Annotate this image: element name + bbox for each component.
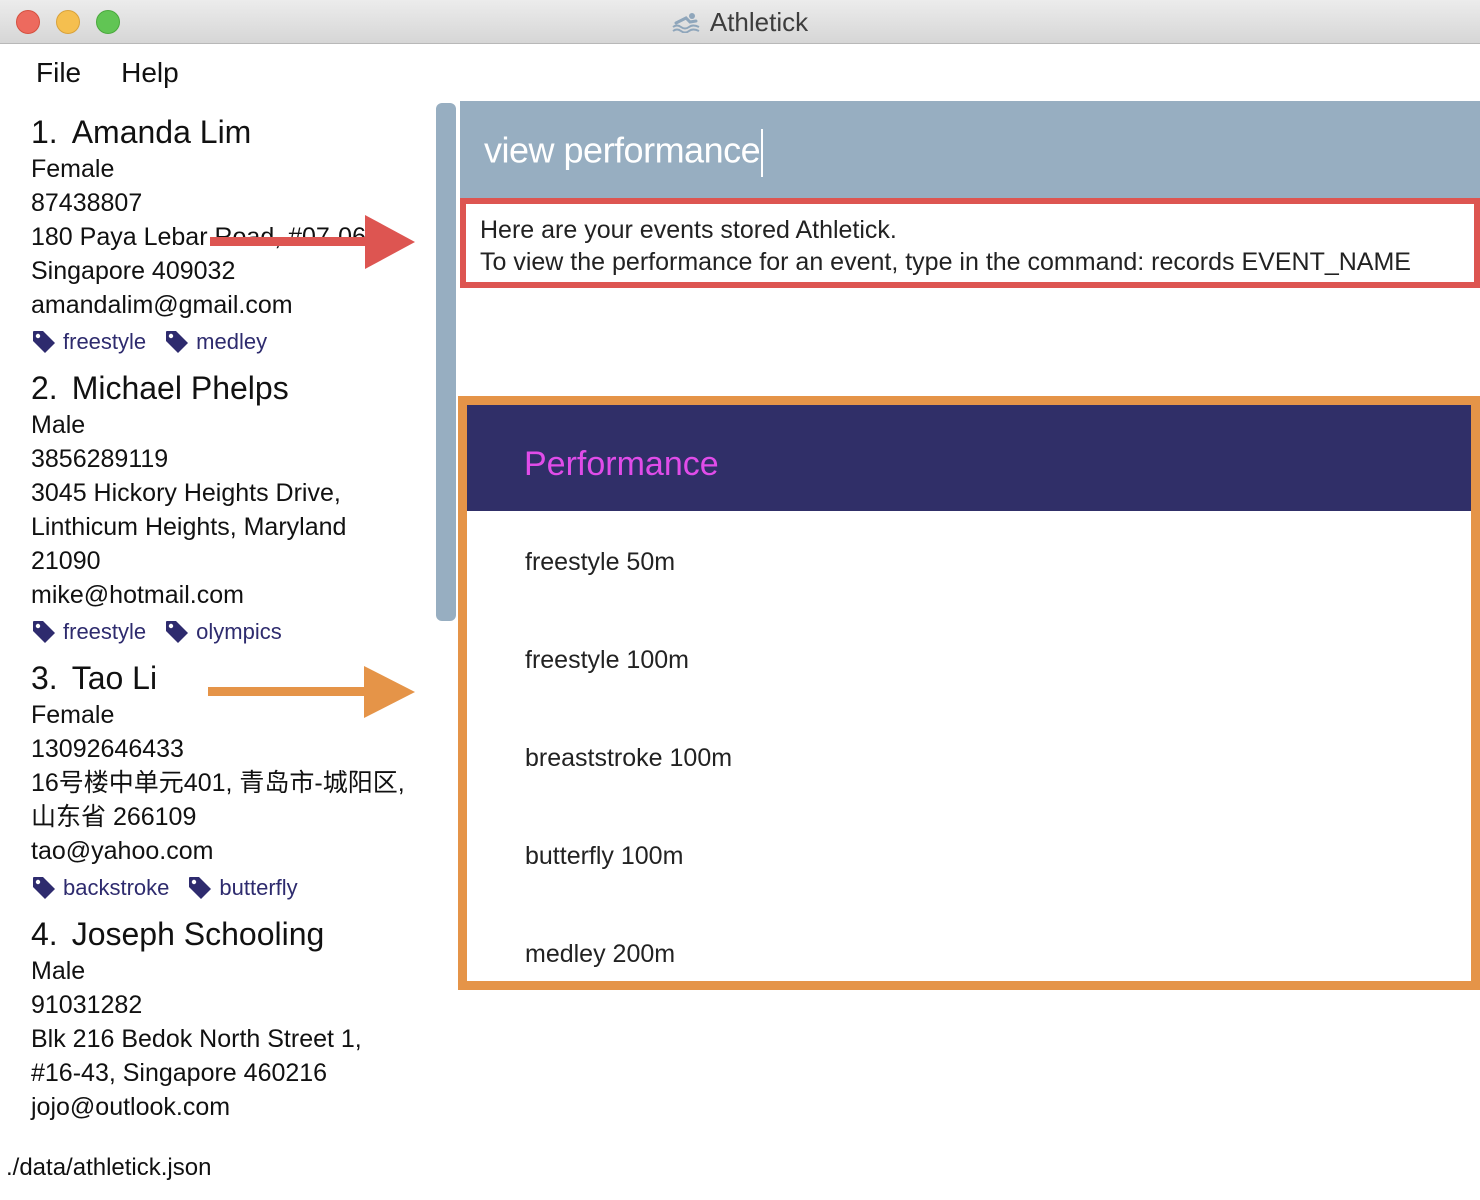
command-input[interactable]: view performance: [484, 129, 764, 177]
person-index: 2.: [31, 370, 58, 406]
tag-icon: [164, 619, 190, 645]
command-input-value: view performance: [484, 129, 761, 171]
performance-event-item[interactable]: freestyle 50m: [467, 513, 1471, 611]
result-line-2: To view the performance for an event, ty…: [480, 248, 1411, 276]
tag-icon: [164, 329, 190, 355]
tag-chip: olympics: [164, 619, 282, 645]
person-detail: jojo@outlook.com: [31, 1093, 231, 1121]
performance-panel: Performance freestyle 50m freestyle 100m b…: [458, 396, 1480, 990]
person-name-text: Michael Phelps: [71, 370, 289, 406]
title-bar: Athletick: [0, 0, 1480, 44]
tag-label: olympics: [196, 619, 282, 644]
swimmer-icon: [672, 13, 700, 33]
menu-bar: File Help: [0, 44, 199, 102]
tag-chip: backstroke: [31, 875, 169, 901]
tag-icon: [31, 875, 57, 901]
result-display: Here are your events stored Athletick. T…: [460, 198, 1480, 288]
person-detail: Linthicum Heights, Maryland: [31, 513, 347, 541]
app-window: Athletick File Help 1. Amanda Lim Female 87…: [0, 0, 1480, 1200]
person-detail: Male: [31, 411, 86, 439]
performance-title: Performance: [524, 445, 719, 483]
person-detail: mike@hotmail.com: [31, 581, 244, 609]
tag-label: backstroke: [63, 875, 170, 900]
menu-help[interactable]: Help: [101, 57, 199, 89]
person-tags: backstroke butterfly: [31, 872, 430, 904]
person-detail: amandalim@gmail.com: [31, 291, 293, 319]
person-card[interactable]: 4. Joseph Schooling Male 91031282 Blk 216 Be…: [0, 914, 430, 1124]
person-detail: Male: [31, 957, 86, 985]
performance-event-list: freestyle 50m freestyle 100m breaststroke …: [467, 513, 1471, 981]
person-index: 4.: [31, 916, 58, 952]
window-title: Athletick: [709, 6, 809, 37]
tag-label: butterfly: [219, 875, 298, 900]
person-index: 1.: [31, 114, 58, 150]
person-detail: 3856289119: [31, 445, 169, 473]
person-list-scrollbar[interactable]: [436, 103, 456, 621]
performance-header: Performance: [467, 405, 1471, 511]
person-name: 2. Michael Phelps: [31, 368, 430, 408]
person-detail: Blk 216 Bedok North Street 1,: [31, 1025, 362, 1053]
status-bar-path: ./data/athletick.json: [6, 1154, 212, 1181]
performance-event-item[interactable]: breaststroke 100m: [467, 709, 1471, 807]
person-name: 4. Joseph Schooling: [31, 914, 430, 954]
person-detail: 91031282: [31, 991, 143, 1019]
window-title-group: Athletick: [0, 0, 1480, 44]
person-name: 1. Amanda Lim: [31, 112, 430, 152]
person-tags: freestyle olympics: [31, 616, 430, 648]
tag-chip: freestyle: [31, 329, 146, 355]
person-detail: 21090: [31, 547, 101, 575]
person-detail: #16-43, Singapore 460216: [31, 1059, 328, 1087]
person-detail: 16号楼中单元401, 青岛市-城阳区,: [31, 769, 405, 797]
red-annotation-arrow: [210, 215, 415, 269]
text-caret: [761, 129, 764, 177]
person-name-text: Amanda Lim: [71, 114, 252, 150]
tag-icon: [31, 329, 57, 355]
person-detail: 山东省 266109: [31, 803, 197, 831]
performance-event-item[interactable]: butterfly 100m: [467, 807, 1471, 905]
tag-label: freestyle: [63, 619, 147, 644]
person-name-text: Joseph Schooling: [71, 916, 325, 952]
tag-chip: medley: [164, 329, 267, 355]
person-detail: 3045 Hickory Heights Drive,: [31, 479, 341, 507]
tag-chip: freestyle: [31, 619, 146, 645]
command-box[interactable]: view performance: [460, 101, 1480, 198]
tag-icon: [31, 619, 57, 645]
performance-event-item[interactable]: freestyle 100m: [467, 611, 1471, 709]
menu-file[interactable]: File: [0, 57, 101, 89]
person-card[interactable]: 2. Michael Phelps Male 3856289119 3045 Hicko…: [0, 368, 430, 648]
person-tags: freestyle medley: [31, 326, 430, 358]
performance-event-item[interactable]: medley 200m: [467, 905, 1471, 981]
tag-chip: butterfly: [187, 875, 298, 901]
person-detail: Female: [31, 155, 115, 183]
tag-label: medley: [196, 329, 268, 354]
tag-label: freestyle: [63, 329, 147, 354]
orange-annotation-arrow: [208, 666, 415, 718]
person-name-text: Tao Li: [71, 660, 158, 696]
person-detail: tao@yahoo.com: [31, 837, 214, 865]
result-line-1: Here are your events stored Athletick.: [480, 216, 897, 244]
person-index: 3.: [31, 660, 58, 696]
tag-icon: [187, 875, 213, 901]
person-detail: 13092646433: [31, 735, 184, 763]
